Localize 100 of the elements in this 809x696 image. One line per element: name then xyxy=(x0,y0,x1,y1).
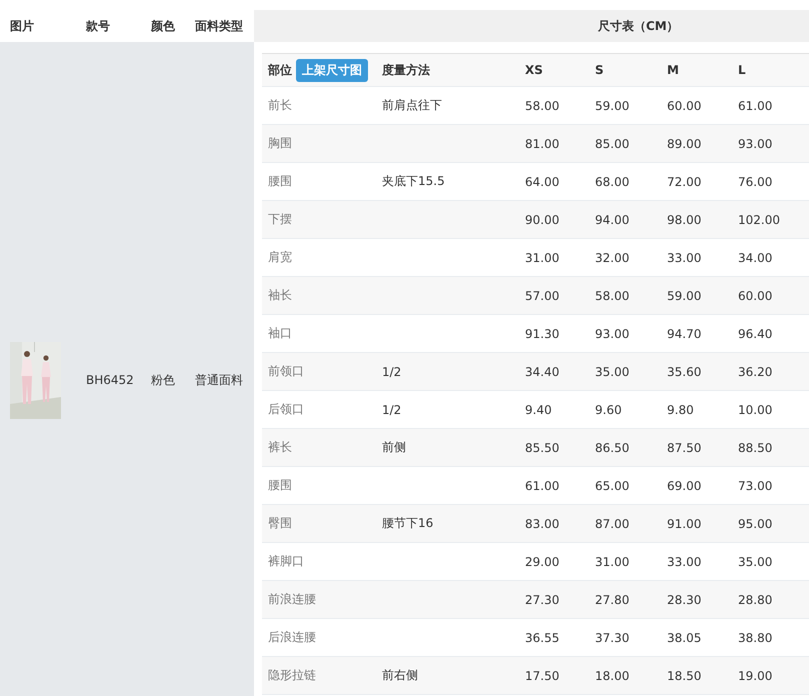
column-header: 部位 xyxy=(268,62,292,78)
table-cell-text: 59.00 xyxy=(595,98,630,112)
table-cell-text: 68.00 xyxy=(595,174,630,188)
column-header: XS xyxy=(525,63,544,77)
table-cell-text: 腰节下16 xyxy=(382,515,434,532)
table-cell-text: 袖长 xyxy=(268,287,293,304)
table-cell-text: 38.05 xyxy=(667,630,702,644)
table-cell-text: 18.00 xyxy=(595,668,630,682)
table-cell-text: 裤脚口 xyxy=(268,553,305,570)
table-cell-text: 60.00 xyxy=(738,288,774,302)
table-cell-text: 90.00 xyxy=(525,212,560,226)
table-cell-text: 89.00 xyxy=(667,136,702,150)
table-cell-text: 85.00 xyxy=(595,136,630,150)
table-cell-text: 下摆 xyxy=(268,211,293,228)
column-header: 图片 xyxy=(10,18,35,34)
table-cell-text: 91.00 xyxy=(667,516,702,530)
table-cell-text: 17.50 xyxy=(525,668,560,682)
table-cell-text: 1/2 xyxy=(382,364,402,378)
column-header: 款号 xyxy=(86,18,111,34)
table-cell-text: 58.00 xyxy=(595,288,630,302)
table-cell-text: 59.00 xyxy=(667,288,702,302)
table-cell-text: 61.00 xyxy=(525,478,560,492)
column-header: 度量方法 xyxy=(382,62,431,78)
table-cell-text: 35.00 xyxy=(595,364,630,378)
table-cell-text: 37.30 xyxy=(595,630,630,644)
table-cell-text: 前右侧 xyxy=(382,667,419,684)
table-cell-text: 腰围 xyxy=(268,477,293,494)
table-cell-text: 60.00 xyxy=(667,98,702,112)
column-header: S xyxy=(595,63,605,77)
table-cell-text: 36.20 xyxy=(738,364,774,378)
table-cell-text: 29.00 xyxy=(525,554,560,568)
table-cell-text: 31.00 xyxy=(595,554,630,568)
table-cell-text: 臀围 xyxy=(268,515,293,532)
table-cell-text: 9.80 xyxy=(667,402,695,416)
style-number: BH6452 xyxy=(86,373,135,387)
table-cell-text: 袖口 xyxy=(268,325,293,342)
table-cell-text: 9.40 xyxy=(525,402,553,416)
table-cell-text: 81.00 xyxy=(525,136,560,150)
table-cell-text: 72.00 xyxy=(667,174,702,188)
table-cell-text: 58.00 xyxy=(525,98,560,112)
table-cell-text: 腰围 xyxy=(268,173,293,190)
table-cell-text: 27.80 xyxy=(595,592,630,606)
table-cell-text: 87.50 xyxy=(667,440,702,454)
table-cell-text: 64.00 xyxy=(525,174,560,188)
table-cell-text: 35.00 xyxy=(738,554,774,568)
table-cell-text: 98.00 xyxy=(667,212,702,226)
table-cell-text: 34.40 xyxy=(525,364,560,378)
column-header: L xyxy=(738,63,747,77)
color-value: 粉色 xyxy=(151,372,176,388)
column-header: 颜色 xyxy=(151,18,176,34)
table-cell-text: 69.00 xyxy=(667,478,702,492)
table-cell-text: 胸围 xyxy=(268,135,293,152)
column-header: 面料类型 xyxy=(195,18,244,34)
table-cell-text: 前浪连腰 xyxy=(268,591,317,608)
table-cell-text: 93.00 xyxy=(595,326,630,340)
table-cell-text: 28.80 xyxy=(738,592,774,606)
table-cell-text: 后领口 xyxy=(268,401,305,418)
table-cell-text: 28.30 xyxy=(667,592,702,606)
table-cell-text: 36.55 xyxy=(525,630,560,644)
table-cell-text: 38.80 xyxy=(738,630,774,644)
table-cell-text: 前长 xyxy=(268,97,293,114)
table-cell-text: 102.00 xyxy=(738,212,781,226)
table-cell-text: 87.00 xyxy=(595,516,630,530)
table-cell-text: 94.00 xyxy=(595,212,630,226)
table-cell-text: 86.50 xyxy=(595,440,630,454)
fabric-value: 普通面料 xyxy=(195,372,244,388)
table-cell-text: 65.00 xyxy=(595,478,630,492)
table-cell-text: 前侧 xyxy=(382,439,407,456)
table-cell-text: 76.00 xyxy=(738,174,774,188)
table-cell-text: 1/2 xyxy=(382,402,402,416)
table-cell-text: 57.00 xyxy=(525,288,560,302)
table-cell-text: 肩宽 xyxy=(268,249,293,266)
table-cell-text: 31.00 xyxy=(525,250,560,264)
table-cell-text: 隐形拉链 xyxy=(268,667,317,684)
table-cell-text: 34.00 xyxy=(738,250,774,264)
table-cell-text: 后浪连腰 xyxy=(268,629,317,646)
table-cell-text: 33.00 xyxy=(667,554,702,568)
table-cell-text: 裤长 xyxy=(268,439,293,456)
table-cell-text: 9.60 xyxy=(595,402,623,416)
table-cell-text: 32.00 xyxy=(595,250,630,264)
table-cell-text: 91.30 xyxy=(525,326,560,340)
column-header: M xyxy=(667,63,680,77)
size-image-button[interactable]: 上架尺寸图 xyxy=(296,58,368,82)
table-cell-text: 18.50 xyxy=(667,668,702,682)
table-cell-text: 35.60 xyxy=(667,364,702,378)
table-cell-text: 85.50 xyxy=(525,440,560,454)
table-cell-text: 73.00 xyxy=(738,478,774,492)
table-cell-text: 夹底下15.5 xyxy=(382,173,446,190)
table-cell-text: 96.40 xyxy=(738,326,774,340)
table-cell-text: 27.30 xyxy=(525,592,560,606)
table-cell-text: 88.50 xyxy=(738,440,774,454)
table-cell-text: 83.00 xyxy=(525,516,560,530)
table-cell-text: 前肩点往下 xyxy=(382,97,443,114)
size-chart-title: 尺寸表（CM） xyxy=(598,18,679,34)
table-cell-text: 19.00 xyxy=(738,668,774,682)
table-cell-text: 94.70 xyxy=(667,326,702,340)
table-cell-text: 10.00 xyxy=(738,402,774,416)
table-cell-text: 33.00 xyxy=(667,250,702,264)
table-cell-text: 95.00 xyxy=(738,516,774,530)
table-cell-text: 93.00 xyxy=(738,136,774,150)
